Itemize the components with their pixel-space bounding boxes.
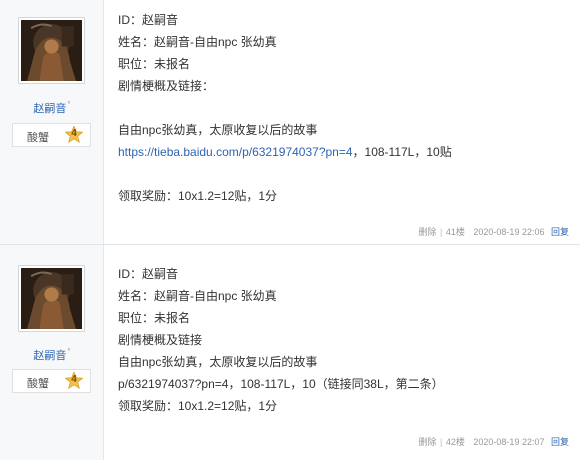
post-line-link: p/6321974037?pn=4，108-117L，10（链接同38L，第二条… bbox=[118, 377, 444, 391]
post-line-position: 职位：未报名 bbox=[118, 57, 191, 71]
post-footer: 删除 | 41楼 2020-08-19 22:06 回复 bbox=[418, 225, 569, 238]
post-line-id: ID：赵嗣音 bbox=[118, 267, 179, 281]
level-number: 4 bbox=[71, 374, 77, 385]
post-content: ID：赵嗣音 姓名：赵嗣音-自由npc 张幼真 职位：未报名 剧情梗概及链接 自… bbox=[118, 263, 572, 417]
avatar-image bbox=[21, 20, 82, 81]
footer-separator: | bbox=[440, 227, 443, 237]
star-level-badge-icon: 4 bbox=[65, 126, 83, 144]
link-suffix: ，108-117L，10贴 bbox=[352, 145, 452, 159]
delete-link[interactable]: 删除 bbox=[418, 437, 436, 447]
post-footer: 删除 | 42楼 2020-08-19 22:07 回复 bbox=[418, 435, 569, 448]
avatar[interactable] bbox=[18, 265, 85, 332]
thread-link[interactable]: https://tieba.baidu.com/p/6321974037?pn=… bbox=[118, 145, 353, 159]
avatar[interactable] bbox=[18, 17, 85, 84]
post-line-story: 自由npc张幼真，太原收复以后的故事 bbox=[118, 355, 318, 369]
post-line-id: ID：赵嗣音 bbox=[118, 13, 179, 27]
post-time: 2020-08-19 22:06 bbox=[473, 227, 545, 237]
post-line-story: 自由npc张幼真，太原收复以后的故事 bbox=[118, 123, 318, 137]
username-text[interactable]: 赵嗣音 bbox=[33, 103, 66, 115]
post-42: 赵嗣音° 酸蟹 4 ID：赵嗣音 姓名：赵嗣音-自由npc 张幼真 职位：未报名… bbox=[0, 245, 580, 460]
user-level[interactable]: 酸蟹 4 bbox=[12, 123, 91, 147]
author-sidebar: 赵嗣音° 酸蟹 4 bbox=[0, 245, 104, 460]
level-name: 酸蟹 bbox=[27, 378, 49, 390]
author-sidebar: 赵嗣音° 酸蟹 4 bbox=[0, 0, 104, 244]
footer-separator: | bbox=[440, 437, 443, 447]
post-time: 2020-08-19 22:07 bbox=[473, 437, 545, 447]
post-line-plot: 剧情梗概及链接： bbox=[118, 79, 215, 93]
level-number: 4 bbox=[71, 128, 77, 139]
post-line-name: 姓名：赵嗣音-自由npc 张幼真 bbox=[118, 289, 277, 303]
post-line-reward: 领取奖励：10x1.2=12贴，1分 bbox=[118, 189, 278, 203]
user-level[interactable]: 酸蟹 4 bbox=[12, 369, 91, 393]
post-41: 赵嗣音° 酸蟹 4 ID：赵嗣音 姓名：赵嗣音-自由npc 张幼真 职位：未报名… bbox=[0, 0, 580, 245]
post-line-link: https://tieba.baidu.com/p/6321974037?pn=… bbox=[118, 141, 572, 163]
username[interactable]: 赵嗣音° bbox=[0, 347, 104, 363]
username-degree: ° bbox=[67, 347, 71, 356]
level-name: 酸蟹 bbox=[27, 132, 49, 144]
floor-number: 41楼 bbox=[445, 227, 465, 237]
reply-link[interactable]: 回复 bbox=[551, 437, 569, 447]
delete-link[interactable]: 删除 bbox=[418, 227, 436, 237]
post-content: ID：赵嗣音 姓名：赵嗣音-自由npc 张幼真 职位：未报名 剧情梗概及链接： … bbox=[118, 9, 572, 207]
star-level-badge-icon: 4 bbox=[65, 372, 83, 390]
username-degree: ° bbox=[67, 100, 71, 109]
floor-number: 42楼 bbox=[445, 437, 465, 447]
username-text[interactable]: 赵嗣音 bbox=[33, 350, 66, 362]
post-line-name: 姓名：赵嗣音-自由npc 张幼真 bbox=[118, 35, 277, 49]
post-line-position: 职位：未报名 bbox=[118, 311, 191, 325]
post-line-plot: 剧情梗概及链接 bbox=[118, 333, 203, 347]
post-line-reward: 领取奖励：10x1.2=12贴，1分 bbox=[118, 399, 278, 413]
username[interactable]: 赵嗣音° bbox=[0, 100, 104, 116]
avatar-image bbox=[21, 268, 82, 329]
reply-link[interactable]: 回复 bbox=[551, 227, 569, 237]
